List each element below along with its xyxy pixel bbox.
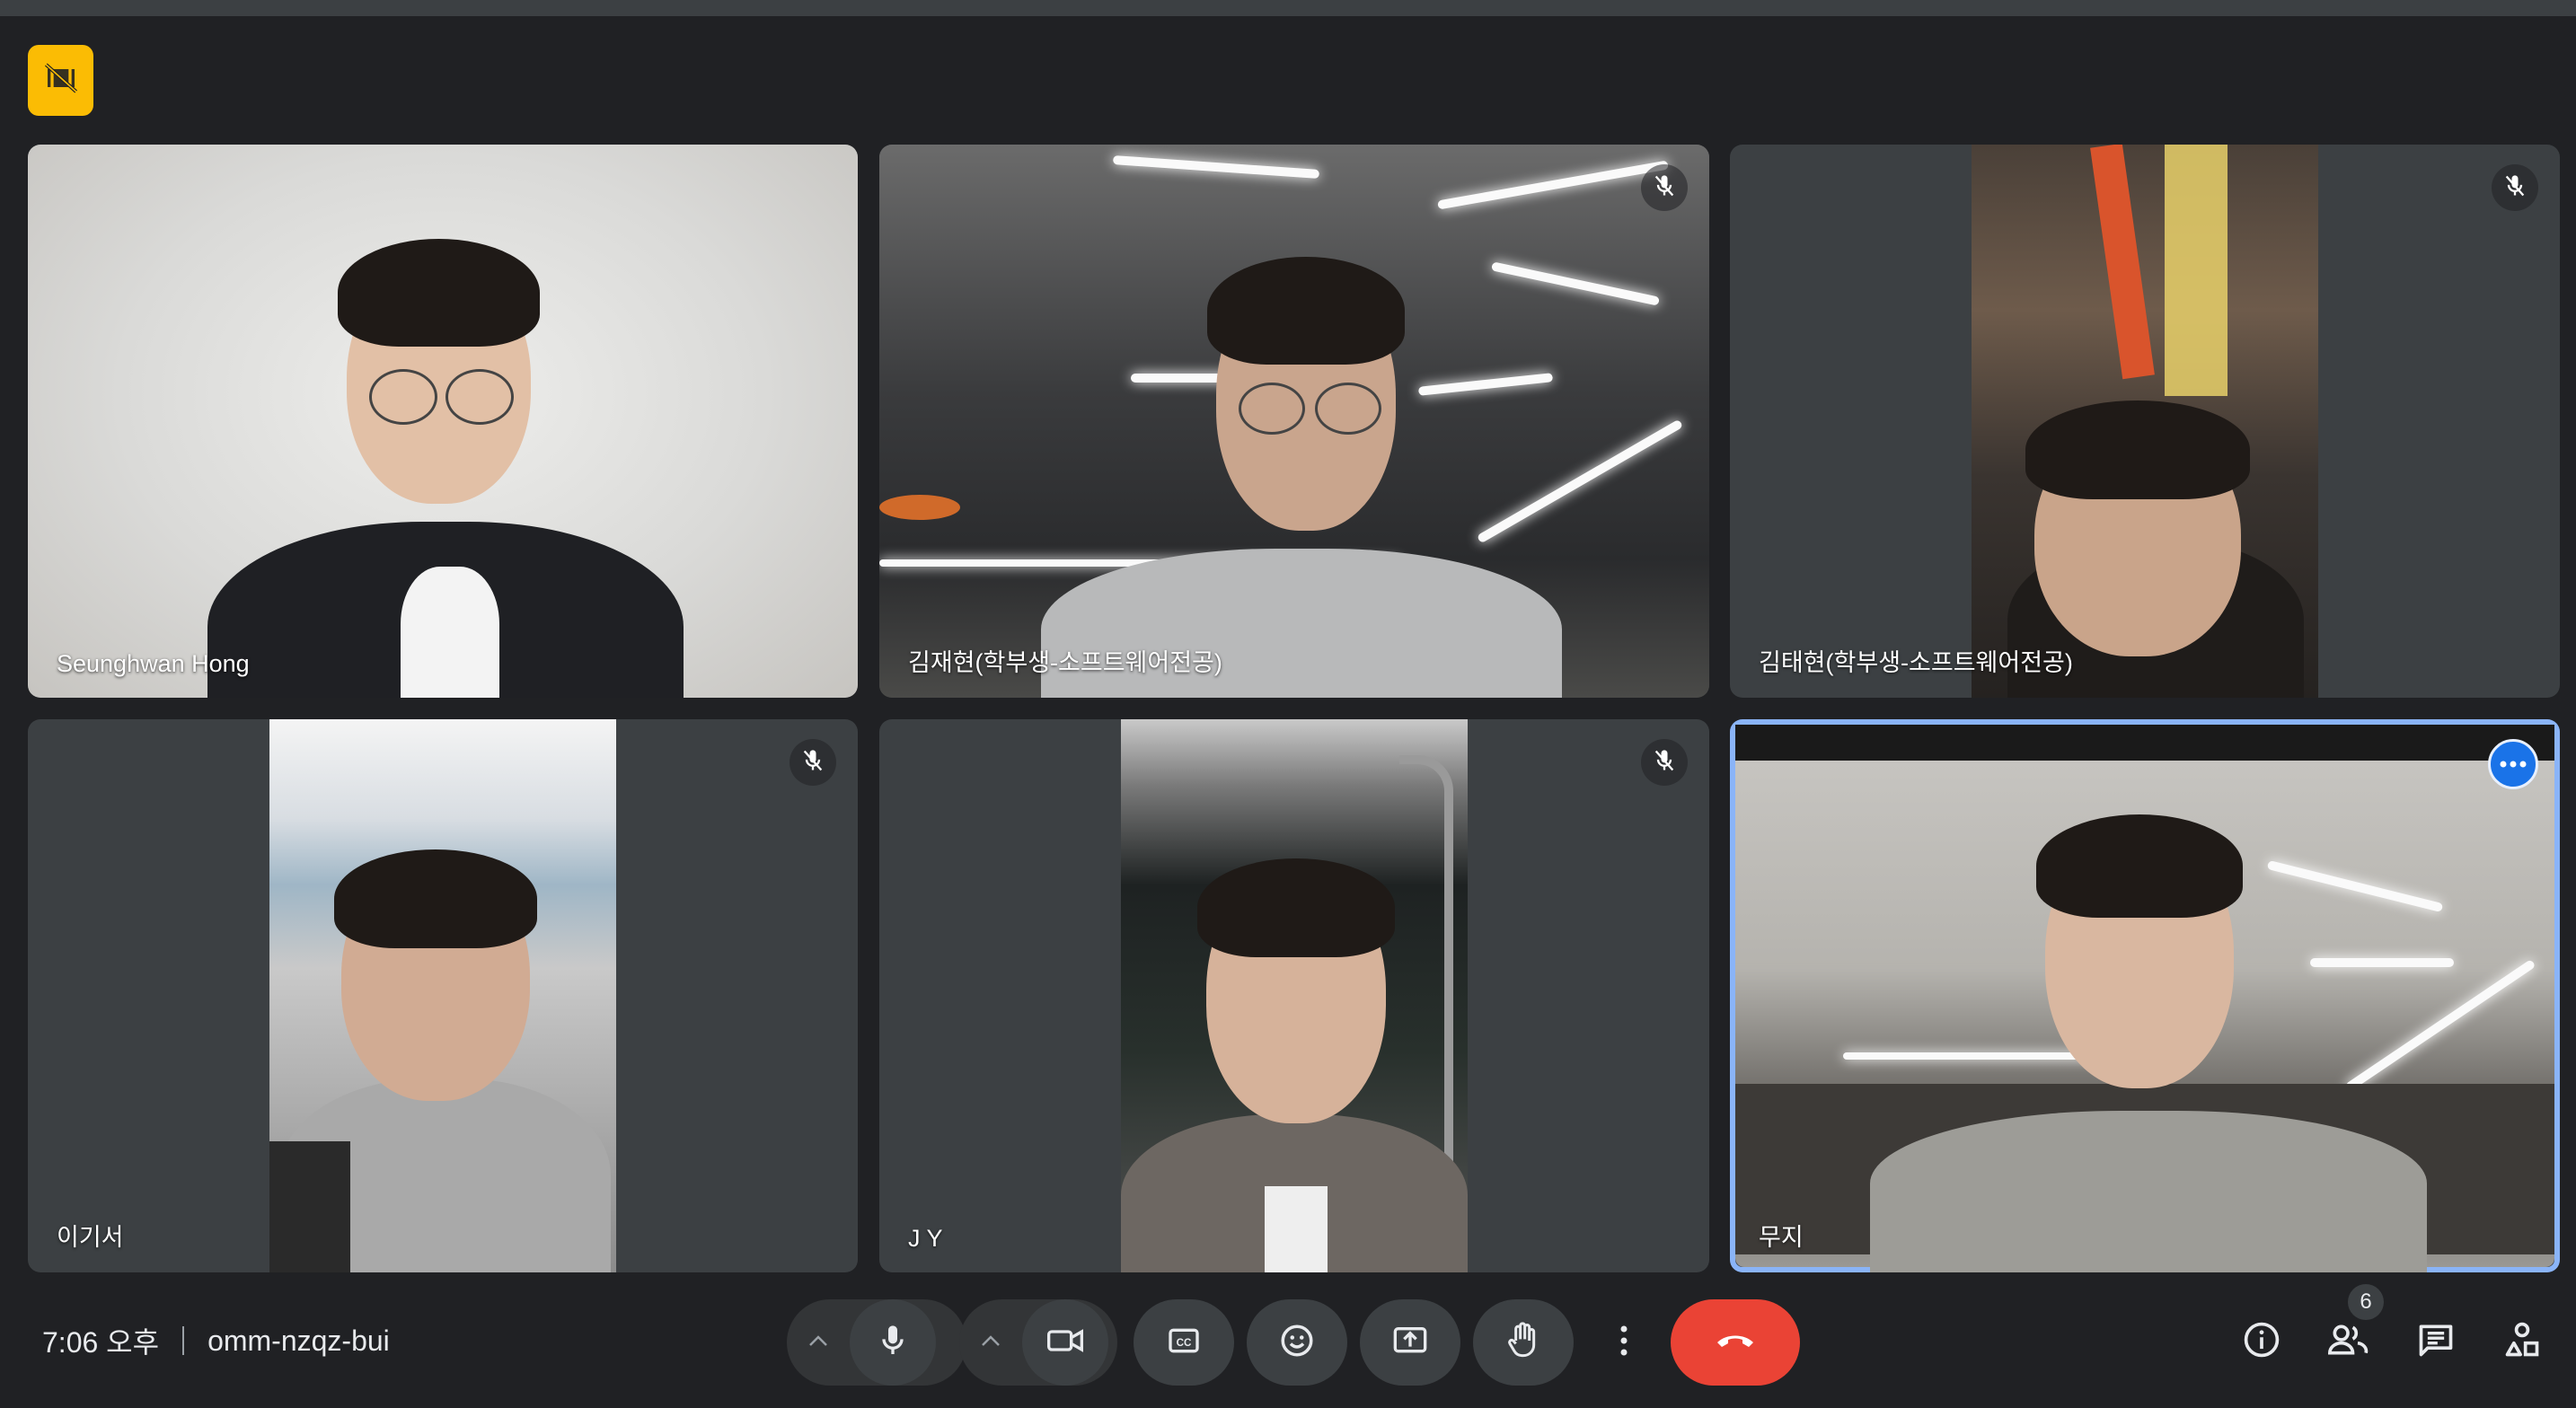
muted-badge	[790, 739, 836, 786]
camera-button[interactable]	[1022, 1299, 1108, 1386]
participant-grid: Seunghwan Hong 김재현(학부생-소프트웨어전공) 김태현(학부생-…	[28, 145, 2560, 1272]
more-options-button[interactable]	[1599, 1299, 1649, 1386]
participant-name: Seunghwan Hong	[57, 650, 250, 677]
mic-off-icon	[1652, 173, 1677, 203]
participant-video	[269, 719, 616, 1272]
info-icon	[2242, 1320, 2281, 1364]
people-button[interactable]	[2319, 1313, 2377, 1370]
raise-hand-button[interactable]	[1473, 1299, 1574, 1386]
participant-video	[1121, 719, 1468, 1272]
participant-tile[interactable]: 김태현(학부생-소프트웨어전공)	[1730, 145, 2560, 698]
camera-icon	[1045, 1323, 1085, 1363]
chevron-up-icon	[981, 1334, 1001, 1351]
captions-button[interactable]: CC	[1134, 1299, 1234, 1386]
mic-off-icon	[2502, 173, 2527, 203]
participant-name: J Y	[908, 1225, 943, 1252]
captions-icon: CC	[1166, 1323, 1202, 1363]
participant-name: 무지	[1759, 1224, 1804, 1251]
tile-options-button[interactable]	[2488, 739, 2538, 789]
no-video-grid-icon	[43, 60, 79, 101]
more-horiz-icon	[2500, 756, 2527, 772]
emoji-button[interactable]	[1247, 1299, 1347, 1386]
present-screen-icon	[1391, 1323, 1429, 1363]
chat-button[interactable]	[2407, 1313, 2465, 1370]
audio-settings-button[interactable]	[787, 1299, 850, 1386]
people-icon	[2326, 1320, 2369, 1364]
microphone-icon	[875, 1323, 911, 1363]
participant-tile[interactable]: 김재현(학부생-소프트웨어전공)	[879, 145, 1709, 698]
camera-control-group	[959, 1299, 1117, 1386]
mic-off-icon	[800, 748, 825, 778]
participant-video	[1735, 725, 2554, 1272]
more-vert-icon	[1619, 1324, 1628, 1361]
mic-control-group	[787, 1299, 966, 1386]
call-controls: CC	[0, 1299, 2576, 1386]
chevron-up-icon	[808, 1334, 828, 1351]
participant-video	[28, 145, 858, 698]
participant-tile[interactable]: 이기서	[28, 719, 858, 1272]
participant-name: 김재현(학부생-소프트웨어전공)	[908, 649, 1222, 676]
participant-tile[interactable]: Seunghwan Hong	[28, 145, 858, 698]
mic-button[interactable]	[850, 1299, 936, 1386]
participant-video	[879, 145, 1709, 698]
participant-tile-active[interactable]: 무지	[1730, 719, 2560, 1272]
participant-name: 이기서	[57, 1224, 124, 1251]
muted-badge	[1641, 164, 1688, 211]
participant-tile[interactable]: J Y	[879, 719, 1709, 1272]
video-settings-button[interactable]	[959, 1299, 1022, 1386]
emoji-icon	[1278, 1322, 1316, 1364]
raise-hand-icon	[1505, 1321, 1541, 1365]
participant-video	[1972, 145, 2318, 698]
end-call-icon	[1714, 1330, 1757, 1356]
window-top-bar	[0, 0, 2576, 16]
mic-off-icon	[1652, 748, 1677, 778]
svg-text:CC: CC	[1177, 1336, 1192, 1348]
participant-name: 김태현(학부생-소프트웨어전공)	[1759, 649, 2073, 676]
end-call-button[interactable]	[1671, 1299, 1800, 1386]
muted-badge	[2492, 164, 2538, 211]
muted-badge	[1641, 739, 1688, 786]
activities-icon	[2502, 1320, 2542, 1364]
present-button[interactable]	[1360, 1299, 1460, 1386]
activities-button[interactable]	[2493, 1313, 2551, 1370]
layout-toggle-button[interactable]	[28, 45, 93, 116]
chat-icon	[2416, 1320, 2456, 1364]
meeting-details-button[interactable]	[2233, 1313, 2290, 1370]
